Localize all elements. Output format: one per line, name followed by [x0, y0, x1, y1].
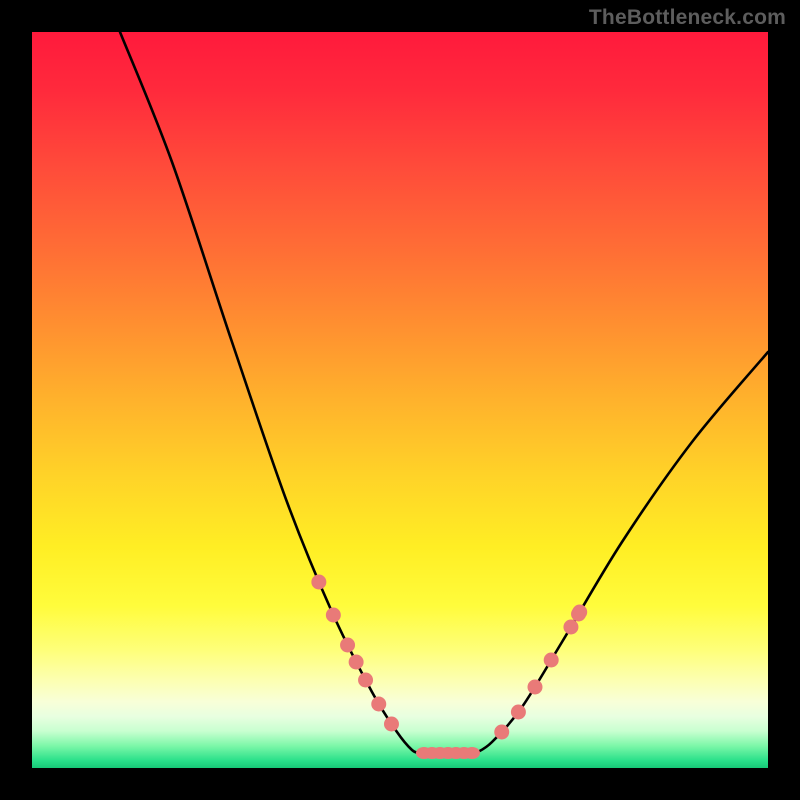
chart-frame: TheBottleneck.com: [0, 0, 800, 800]
marker-dot-right: [527, 680, 542, 695]
watermark-text: TheBottleneck.com: [589, 6, 786, 30]
marker-dot-left: [349, 655, 364, 670]
marker-dot-flat: [464, 747, 480, 759]
curve-left: [120, 32, 420, 753]
marker-dot-left: [340, 638, 355, 653]
marker-dot-right: [571, 607, 586, 622]
marker-dot-left: [384, 717, 399, 732]
marker-dot-left: [371, 697, 386, 712]
marker-dot-right: [494, 725, 509, 740]
marker-dot-left: [358, 672, 373, 687]
marker-dot-left: [326, 607, 341, 622]
bottleneck-curve: [32, 32, 768, 768]
marker-dot-right: [563, 620, 578, 635]
marker-dot-right: [511, 705, 526, 720]
curve-right: [476, 352, 768, 753]
marker-dot-right: [544, 653, 559, 668]
plot-area: [32, 32, 768, 768]
marker-dot-left: [311, 575, 326, 590]
